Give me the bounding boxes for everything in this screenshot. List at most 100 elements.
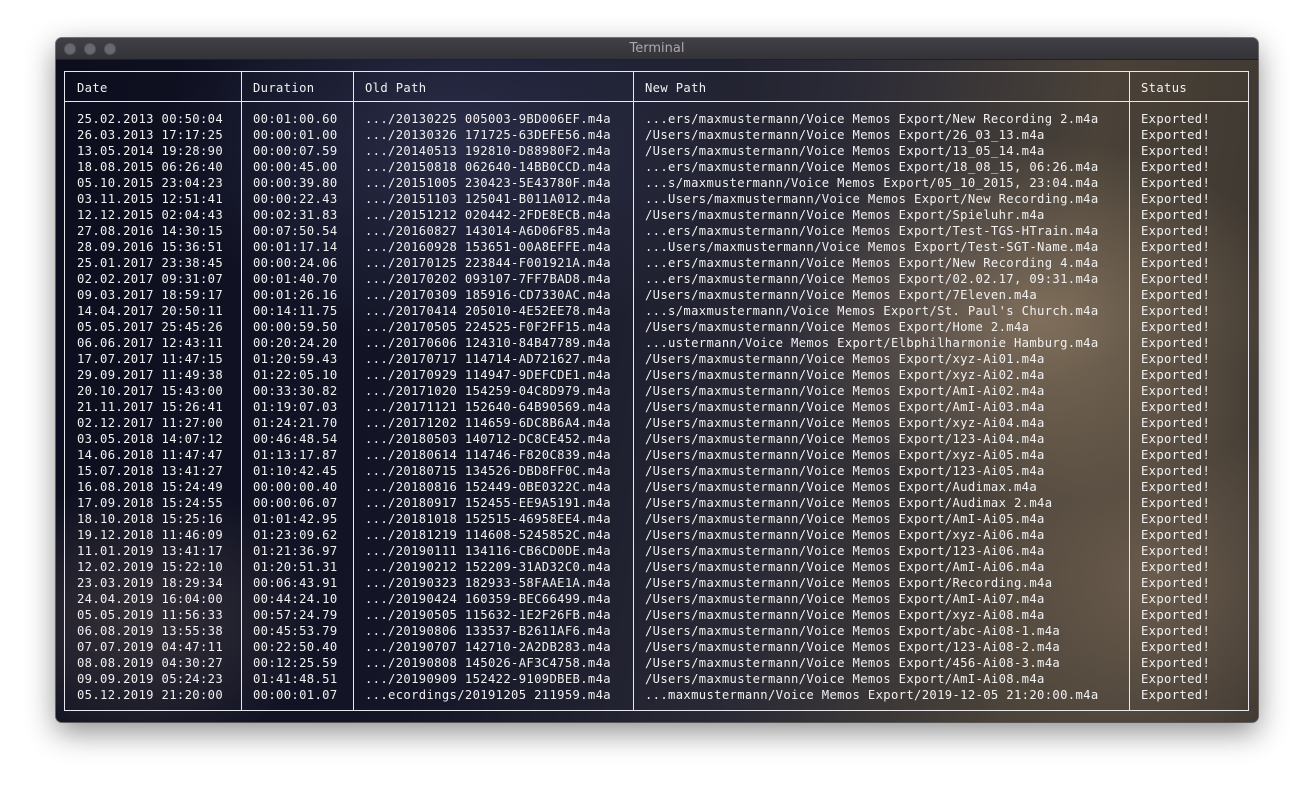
table-row: 20.10.2017 15:43:00 00:33:30.82 .../201710… (65, 383, 1248, 399)
cell-old-path: .../20190212 152209-31AD32C0.m4a (365, 560, 611, 574)
cell-date: 05.10.2015 23:04:23 (77, 176, 224, 190)
cell-old-path: .../20151005 230423-5E43780F.m4a (365, 176, 611, 190)
cell-duration: 00:20:24.20 (253, 336, 338, 350)
cell-status: Exported! (1141, 512, 1211, 526)
cell-duration: 00:00:00.40 (253, 480, 338, 494)
cell-date: 14.06.2018 11:47:47 (77, 448, 224, 462)
cell-new-path: ...Users/maxmustermann/Voice Memos Expor… (645, 192, 1099, 206)
column-header-new-path: New Path (645, 81, 707, 95)
cell-new-path: /Users/maxmustermann/Voice Memos Export/… (645, 560, 1045, 574)
cell-old-path: .../20170717 114714-AD721627.m4a (365, 352, 611, 366)
cell-status: Exported! (1141, 144, 1211, 158)
cell-new-path: /Users/maxmustermann/Voice Memos Export/… (645, 288, 1038, 302)
cell-old-path: .../20190806 133537-B2611AF6.m4a (365, 624, 611, 638)
cell-old-path: .../20171020 154259-04C8D979.m4a (365, 384, 611, 398)
cell-status: Exported! (1141, 320, 1211, 334)
table-row: 23.03.2019 18:29:34 00:06:43.91 .../201903… (65, 575, 1248, 591)
table-row: 17.09.2018 15:24:55 00:00:06.07 .../201809… (65, 495, 1248, 511)
cell-date: 18.10.2018 15:25:16 (77, 512, 224, 526)
cell-duration: 00:00:01.07 (253, 688, 338, 702)
cell-duration: 00:00:22.43 (253, 192, 338, 206)
cell-old-path: .../20190909 152422-9109DBEB.m4a (365, 672, 611, 686)
cell-date: 20.10.2017 15:43:00 (77, 384, 224, 398)
cell-new-path: /Users/maxmustermann/Voice Memos Export/… (645, 320, 1030, 334)
table-row: 06.08.2019 13:55:38 00:45:53.79 .../201908… (65, 623, 1248, 639)
cell-new-path: ...ers/maxmustermann/Voice Memos Export/… (645, 256, 1099, 270)
cell-old-path: .../20150818 062640-14BB0CCD.m4a (365, 160, 611, 174)
cell-new-path: /Users/maxmustermann/Voice Memos Export/… (645, 352, 1045, 366)
cell-duration: 00:00:07.59 (253, 144, 338, 158)
cell-status: Exported! (1141, 624, 1211, 638)
cell-status: Exported! (1141, 208, 1211, 222)
cell-status: Exported! (1141, 464, 1211, 478)
cell-old-path: .../20171202 114659-6DC8B6A4.m4a (365, 416, 611, 430)
cell-old-path: .../20190707 142710-2A2DB283.m4a (365, 640, 611, 654)
cell-new-path: /Users/maxmustermann/Voice Memos Export/… (645, 640, 1061, 654)
cell-status: Exported! (1141, 160, 1211, 174)
cell-status: Exported! (1141, 608, 1211, 622)
cell-status: Exported! (1141, 304, 1211, 318)
cell-date: 17.07.2017 11:47:15 (77, 352, 224, 366)
cell-status: Exported! (1141, 128, 1211, 142)
cell-duration: 01:13:17.87 (253, 448, 338, 462)
cell-old-path: .../20151103 125041-B011A012.m4a (365, 192, 611, 206)
cell-duration: 01:23:09.62 (253, 528, 338, 542)
cell-new-path: /Users/maxmustermann/Voice Memos Export/… (645, 576, 1053, 590)
cell-old-path: .../20160827 143014-A6D06F85.m4a (365, 224, 611, 238)
cell-duration: 00:45:53.79 (253, 624, 338, 638)
cell-new-path: ...s/maxmustermann/Voice Memos Export/St… (645, 304, 1099, 318)
cell-new-path: ...ers/maxmustermann/Voice Memos Export/… (645, 112, 1099, 126)
cell-status: Exported! (1141, 368, 1211, 382)
cell-status: Exported! (1141, 336, 1211, 350)
cell-status: Exported! (1141, 656, 1211, 670)
cell-status: Exported! (1141, 592, 1211, 606)
cell-new-path: /Users/maxmustermann/Voice Memos Export/… (645, 672, 1045, 686)
cell-old-path: .../20170202 093107-7FF7BAD8.m4a (365, 272, 611, 286)
title-bar[interactable]: Terminal (56, 38, 1258, 60)
cell-old-path: .../20190505 115632-1E2F26FB.m4a (365, 608, 611, 622)
table-row: 18.10.2018 15:25:16 01:01:42.95 .../201810… (65, 511, 1248, 527)
cell-status: Exported! (1141, 496, 1211, 510)
table-header: Date Duration Old Path New Path Status (65, 80, 1248, 96)
cell-status: Exported! (1141, 384, 1211, 398)
cell-new-path: /Users/maxmustermann/Voice Memos Export/… (645, 496, 1053, 510)
cell-status: Exported! (1141, 416, 1211, 430)
cell-status: Exported! (1141, 688, 1211, 702)
cell-duration: 01:20:59.43 (253, 352, 338, 366)
table-row: 14.06.2018 11:47:47 01:13:17.87 .../201806… (65, 447, 1248, 463)
cell-duration: 01:19:07.03 (253, 400, 338, 414)
cell-duration: 01:21:36.97 (253, 544, 338, 558)
table-row: 02.02.2017 09:31:07 00:01:40.70 .../201702… (65, 271, 1248, 287)
cell-status: Exported! (1141, 352, 1211, 366)
cell-duration: 00:46:48.54 (253, 432, 338, 446)
cell-status: Exported! (1141, 288, 1211, 302)
table-row: 27.08.2016 14:30:15 00:07:50.54 .../201608… (65, 223, 1248, 239)
cell-old-path: .../20180715 134526-DBD8FF0C.m4a (365, 464, 611, 478)
cell-old-path: .../20180503 140712-DC8CE452.m4a (365, 432, 611, 446)
cell-old-path: .../20181018 152515-46958EE4.m4a (365, 512, 611, 526)
cell-duration: 00:44:24.10 (253, 592, 338, 606)
cell-old-path: .../20130225 005003-9BD006EF.m4a (365, 112, 611, 126)
cell-duration: 00:06:43.91 (253, 576, 338, 590)
cell-date: 23.03.2019 18:29:34 (77, 576, 224, 590)
table-row: 02.12.2017 11:27:00 01:24:21.70 .../201712… (65, 415, 1248, 431)
terminal-content[interactable]: Date Duration Old Path New Path Status 2… (56, 60, 1258, 722)
cell-duration: 01:22:05.10 (253, 368, 338, 382)
cell-old-path: .../20160928 153651-00A8EFFE.m4a (365, 240, 611, 254)
cell-duration: 00:01:26.16 (253, 288, 338, 302)
cell-date: 03.11.2015 12:51:41 (77, 192, 224, 206)
cell-duration: 01:24:21.70 (253, 416, 338, 430)
cell-date: 03.05.2018 14:07:12 (77, 432, 224, 446)
cell-old-path: .../20190323 182933-58FAAE1A.m4a (365, 576, 611, 590)
cell-old-path: .../20170414 205010-4E52EE78.m4a (365, 304, 611, 318)
cell-status: Exported! (1141, 560, 1211, 574)
cell-new-path: /Users/maxmustermann/Voice Memos Export/… (645, 544, 1045, 558)
cell-date: 02.12.2017 11:27:00 (77, 416, 224, 430)
cell-status: Exported! (1141, 480, 1211, 494)
table-row: 05.10.2015 23:04:23 00:00:39.80 .../201510… (65, 175, 1248, 191)
cell-duration: 00:01:17.14 (253, 240, 338, 254)
table-row: 16.08.2018 15:24:49 00:00:00.40 .../201808… (65, 479, 1248, 495)
cell-old-path: .../20151212 020442-2FDE8ECB.m4a (365, 208, 611, 222)
table-row: 26.03.2013 17:17:25 00:00:01.00 .../201303… (65, 127, 1248, 143)
cell-new-path: /Users/maxmustermann/Voice Memos Export/… (645, 480, 1038, 494)
